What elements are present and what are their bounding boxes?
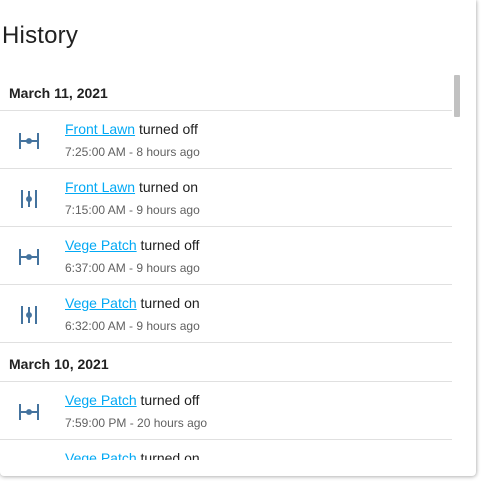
history-entry: Vege Patch turned on 6:32:00 AM - 9 hour…	[0, 285, 452, 343]
valve-closed-icon	[19, 133, 39, 149]
history-list[interactable]: March 11, 2021 Front Lawn turned off 7:2…	[0, 72, 462, 460]
entry-time: 6:32:00 AM - 9 hours ago	[65, 319, 200, 333]
entity-link[interactable]: Vege Patch	[65, 295, 137, 311]
history-entry: Vege Patch turned off 7:59:00 PM - 20 ho…	[0, 382, 452, 440]
entry-time: 6:37:00 AM - 9 hours ago	[65, 261, 200, 275]
date-header: March 10, 2021	[0, 343, 452, 382]
valve-open-icon	[21, 190, 37, 208]
entry-action: turned off	[140, 237, 200, 253]
entry-text: Vege Patch turned off	[65, 237, 199, 253]
entry-action: turned on	[140, 450, 200, 460]
date-header: March 11, 2021	[0, 72, 452, 111]
entry-action: turned on	[138, 179, 199, 195]
valve-closed-icon	[19, 404, 39, 420]
entry-action: turned on	[140, 295, 200, 311]
entry-time: 7:59:00 PM - 20 hours ago	[65, 416, 208, 430]
history-entry: Vege Patch turned on	[0, 440, 452, 460]
entry-time: 7:25:00 AM - 8 hours ago	[65, 145, 200, 159]
entry-time: 7:15:00 AM - 9 hours ago	[65, 203, 200, 217]
valve-open-icon	[17, 458, 41, 460]
entry-text: Front Lawn turned on	[65, 179, 198, 195]
entry-text: Vege Patch turned on	[65, 295, 200, 311]
history-card: History March 11, 2021 Front Lawn turned…	[0, 0, 476, 476]
entity-link[interactable]: Vege Patch	[65, 237, 137, 253]
valve-closed-icon	[19, 249, 39, 265]
scrollbar-thumb[interactable]	[454, 75, 460, 117]
history-entry: Vege Patch turned off 6:37:00 AM - 9 hou…	[0, 227, 452, 285]
entry-text: Vege Patch turned off	[65, 392, 199, 408]
history-entry: Front Lawn turned on 7:15:00 AM - 9 hour…	[0, 169, 452, 227]
entity-link[interactable]: Front Lawn	[65, 179, 135, 195]
card-title: History	[2, 22, 79, 49]
valve-open-icon	[21, 306, 37, 324]
history-entry: Front Lawn turned off 7:25:00 AM - 8 hou…	[0, 111, 452, 169]
entry-action: turned off	[138, 121, 198, 137]
entity-link[interactable]: Vege Patch	[65, 450, 137, 460]
entry-text: Front Lawn turned off	[65, 121, 198, 137]
entity-link[interactable]: Front Lawn	[65, 121, 135, 137]
entry-action: turned off	[140, 392, 200, 408]
entry-text: Vege Patch turned on	[65, 450, 200, 460]
entity-link[interactable]: Vege Patch	[65, 392, 137, 408]
